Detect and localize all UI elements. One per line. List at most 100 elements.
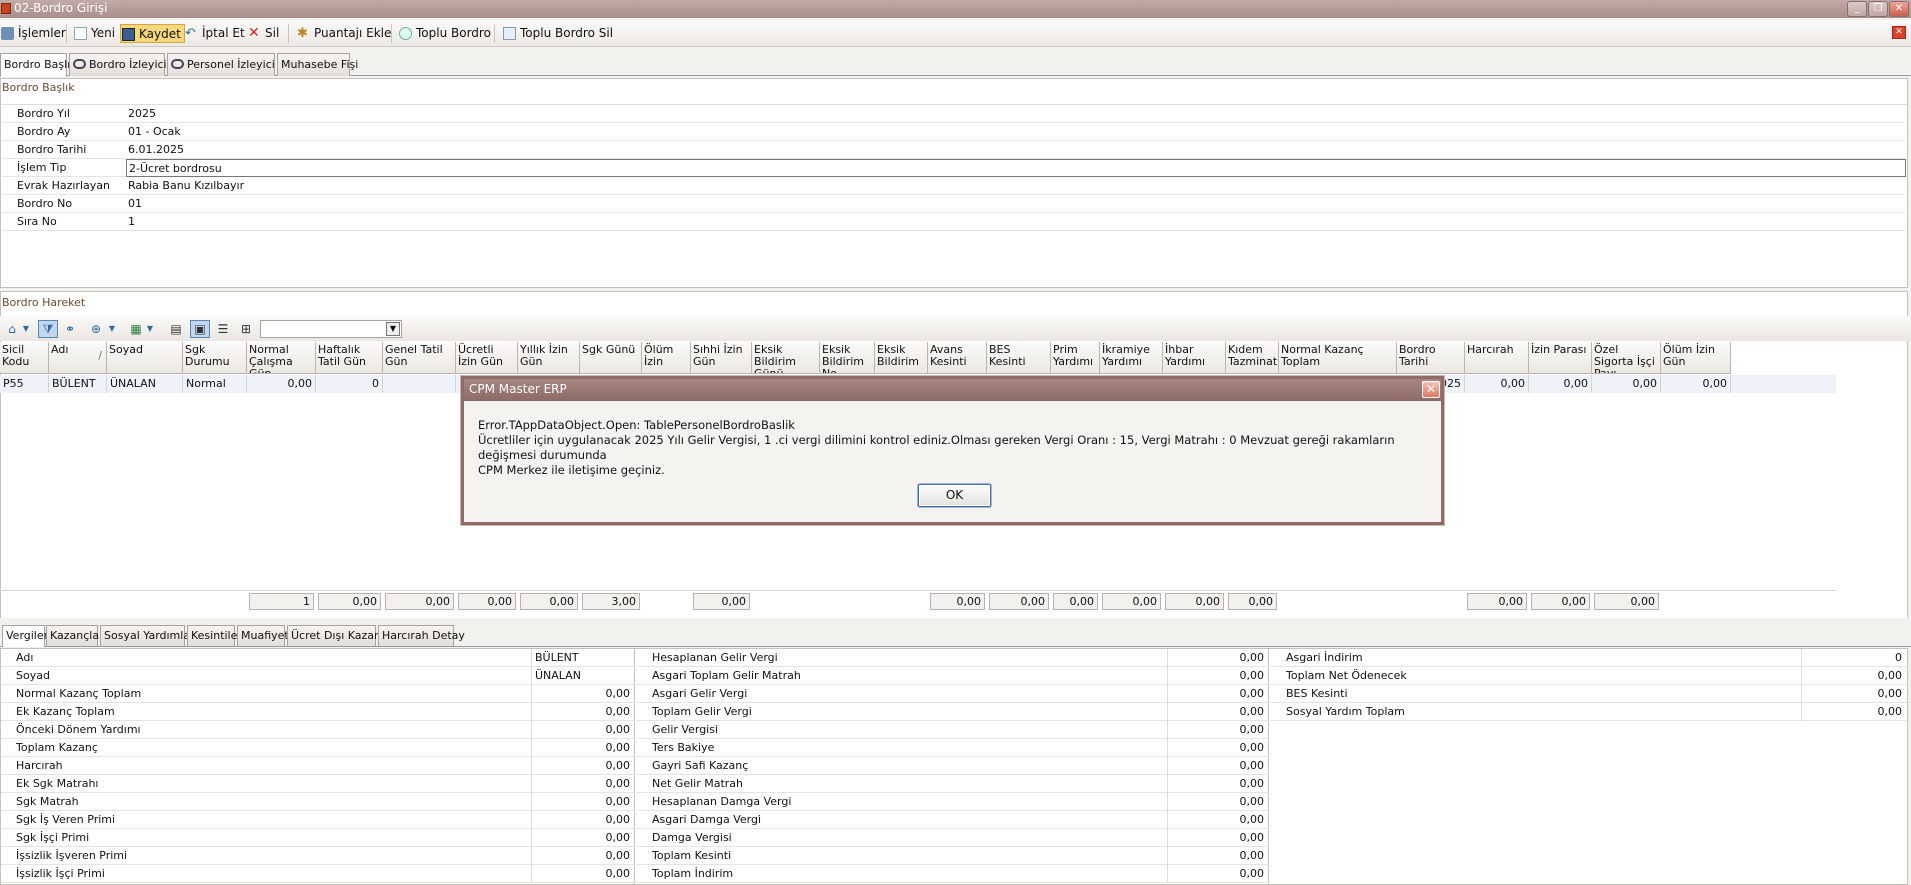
summary-row[interactable]: Harcırah 0,00: [1, 757, 635, 775]
summary-row[interactable]: Asgari İndirim 0: [1271, 649, 1907, 667]
table-cell[interactable]: 0,00: [1529, 375, 1592, 393]
summary-value[interactable]: 0,00: [1167, 847, 1267, 865]
summary-value[interactable]: 0,00: [1801, 703, 1905, 721]
delete-button[interactable]: ✕ Sil: [247, 24, 279, 43]
summary-row[interactable]: Toplam Kesinti 0,00: [637, 847, 1269, 865]
cancel-button[interactable]: ↶ İptal Et: [184, 24, 245, 43]
table-cell[interactable]: 0,00: [1465, 375, 1529, 393]
summary-value[interactable]: 0,00: [1167, 667, 1267, 685]
summary-row[interactable]: Toplam Kazanç 0,00: [1, 739, 635, 757]
summary-row[interactable]: Hesaplanan Damga Vergi 0,00: [637, 793, 1269, 811]
column-header[interactable]: Adı /: [49, 342, 107, 374]
column-header[interactable]: Ölüm İzin Gün: [1661, 342, 1731, 374]
summary-value[interactable]: 0,00: [531, 685, 633, 703]
summary-value[interactable]: 0: [1801, 649, 1905, 667]
column-header[interactable]: Ücretli İzin Gün: [456, 342, 518, 374]
column-header[interactable]: Eksik Bildirim No: [820, 342, 875, 374]
table-cell[interactable]: 0,00: [1661, 375, 1731, 393]
export-icon[interactable]: ▦: [126, 320, 146, 338]
column-header[interactable]: Haftalık Tatil Gün: [316, 342, 383, 374]
toplu-bordro-button[interactable]: Toplu Bordro: [398, 24, 491, 43]
summary-value[interactable]: 0,00: [1167, 703, 1267, 721]
column-header[interactable]: Genel Tatil Gün: [383, 342, 456, 374]
summary-value[interactable]: 0,00: [1167, 811, 1267, 829]
summary-value[interactable]: 0,00: [1167, 721, 1267, 739]
chevron-down-icon[interactable]: ▼: [386, 322, 400, 336]
zoom-icon[interactable]: ⊕: [86, 320, 106, 338]
chevron-down-icon[interactable]: ▼: [20, 320, 32, 338]
summary-value[interactable]: 0,00: [531, 757, 633, 775]
column-header[interactable]: Bordro Tarihi: [1397, 342, 1465, 374]
column-header[interactable]: Normal Kazanç Toplam: [1279, 342, 1397, 374]
home-icon[interactable]: ⌂: [2, 320, 22, 338]
summary-row[interactable]: Toplam Net Ödenecek 0,00: [1271, 667, 1907, 685]
summary-row[interactable]: Gayri Safi Kazanç 0,00: [637, 757, 1269, 775]
summary-row[interactable]: İşsizlik İşveren Primi 0,00: [1, 847, 635, 865]
summary-row[interactable]: Sgk İşçi Primi 0,00: [1, 829, 635, 847]
summary-row[interactable]: Soyad ÜNALAN: [1, 667, 635, 685]
column-header[interactable]: Sıhhi İzin Gün: [691, 342, 752, 374]
table-cell[interactable]: 0,00: [247, 375, 316, 393]
field-bordro-yil[interactable]: Bordro Yıl 2025: [2, 105, 1905, 123]
tab-kesintiler[interactable]: Kesintiler: [187, 625, 242, 646]
summary-value[interactable]: 0,00: [1801, 667, 1905, 685]
binoculars-icon[interactable]: ⚭: [60, 320, 80, 338]
tab-kazanclar[interactable]: Kazançlar: [46, 625, 104, 646]
table-cell[interactable]: [383, 375, 456, 393]
summary-row[interactable]: Önceki Dönem Yardımı 0,00: [1, 721, 635, 739]
summary-value[interactable]: ÜNALAN: [531, 667, 633, 685]
summary-row[interactable]: Sgk Matrah 0,00: [1, 793, 635, 811]
tab-muhasebe-fisi[interactable]: Muhasebe Fişi: [277, 53, 358, 76]
summary-value[interactable]: 0,00: [531, 811, 633, 829]
tab-vergiler[interactable]: Vergiler: [2, 625, 48, 647]
summary-row[interactable]: Toplam Gelir Vergi 0,00: [637, 703, 1269, 721]
summary-row[interactable]: Ek Kazanç Toplam 0,00: [1, 703, 635, 721]
column-header[interactable]: Harcırah: [1465, 342, 1529, 374]
field-bordro-tarihi[interactable]: Bordro Tarihi 6.01.2025: [2, 141, 1905, 159]
summary-value[interactable]: 0,00: [1167, 775, 1267, 793]
restore-icon[interactable]: ❐: [1868, 1, 1888, 17]
table-cell[interactable]: 0,00: [1592, 375, 1661, 393]
summary-row[interactable]: Net Gelir Matrah 0,00: [637, 775, 1269, 793]
close-form-icon[interactable]: ✕: [1892, 26, 1906, 39]
column-header[interactable]: Normal Çalışma Gün: [247, 342, 316, 374]
summary-value[interactable]: 0,00: [531, 775, 633, 793]
summary-row[interactable]: Normal Kazanç Toplam 0,00: [1, 685, 635, 703]
summary-value[interactable]: 0,00: [531, 865, 633, 883]
column-header[interactable]: Prim Yardımı: [1051, 342, 1100, 374]
column-header[interactable]: Eksik Bildirim: [875, 342, 928, 374]
layout-icon[interactable]: ▤: [166, 320, 186, 338]
summary-row[interactable]: BES Kesinti 0,00: [1271, 685, 1907, 703]
summary-row[interactable]: Asgari Damga Vergi 0,00: [637, 811, 1269, 829]
summary-row[interactable]: Sgk İş Veren Primi 0,00: [1, 811, 635, 829]
summary-row[interactable]: Sosyal Yardım Toplam 0,00: [1271, 703, 1907, 721]
new-button[interactable]: Yeni: [73, 24, 115, 43]
add-puantaj-button[interactable]: ✱ Puantajı Ekle: [296, 24, 391, 43]
field-bordro-ay[interactable]: Bordro Ay 01 - Ocak: [2, 123, 1905, 141]
columns-icon[interactable]: ⊞: [236, 320, 256, 338]
summary-value[interactable]: 0,00: [531, 847, 633, 865]
grid-view-icon[interactable]: ▣: [190, 320, 210, 338]
summary-row[interactable]: Ek Sgk Matrahı 0,00: [1, 775, 635, 793]
band-icon[interactable]: ☰: [213, 320, 233, 338]
save-button[interactable]: Kaydet: [120, 24, 185, 43]
field-evrak-hazirlayan[interactable]: Evrak Hazırlayan Rabia Banu Kızılbayır: [2, 177, 1905, 195]
filter-icon[interactable]: ⧩: [38, 320, 58, 338]
field-islem-tip[interactable]: İşlem Tip 2-Ücret bordrosu: [2, 159, 1906, 177]
tab-personel-izleyici[interactable]: Personel İzleyici: [167, 53, 275, 76]
summary-row[interactable]: Toplam İndirim 0,00: [637, 865, 1269, 883]
column-header[interactable]: Sicil Kodu: [0, 342, 49, 374]
field-bordro-no[interactable]: Bordro No 01: [2, 195, 1905, 213]
summary-row[interactable]: Gelir Vergisi 0,00: [637, 721, 1269, 739]
summary-value[interactable]: 0,00: [531, 721, 633, 739]
summary-value[interactable]: 0,00: [1167, 865, 1267, 883]
summary-value[interactable]: 0,00: [1167, 829, 1267, 847]
tab-harcirah-detay[interactable]: Harcırah Detay: [378, 625, 465, 646]
column-header[interactable]: Soyad: [107, 342, 183, 374]
table-cell[interactable]: 0: [316, 375, 383, 393]
tab-sosyal-yardimlar[interactable]: Sosyal Yardımlar: [100, 625, 195, 646]
summary-value[interactable]: 0,00: [1801, 685, 1905, 703]
summary-row[interactable]: Ters Bakiye 0,00: [637, 739, 1269, 757]
summary-value[interactable]: 0,00: [1167, 757, 1267, 775]
chevron-down-icon[interactable]: ▼: [106, 320, 118, 338]
